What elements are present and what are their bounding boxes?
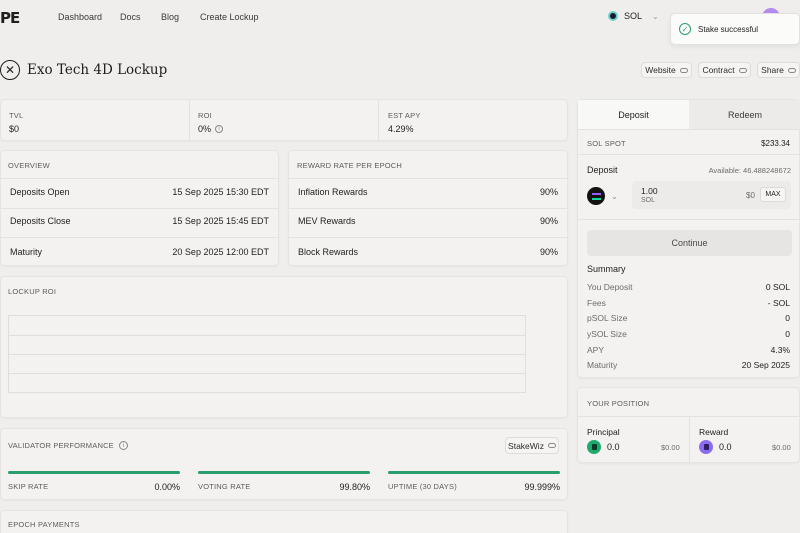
solana-token-icon <box>587 187 605 205</box>
section-title: EPOCH PAYMENTS <box>8 520 80 529</box>
share-link[interactable]: Share <box>757 62 800 78</box>
check-circle-icon: ✓ <box>679 23 691 35</box>
stat-value: 4.29% <box>388 124 414 134</box>
metric-uptime: UPTIME (30 DAYS) 99.999% <box>388 471 560 495</box>
tab-deposit[interactable]: Deposit <box>578 100 689 130</box>
link-icon <box>547 443 556 448</box>
section-title: YOUR POSITION <box>587 399 650 408</box>
summary-row: pSOL Size 0 <box>587 313 790 323</box>
progress-bar <box>198 471 370 474</box>
lockup-logo-icon: ✕ <box>0 60 20 80</box>
section-title: REWARD RATE PER EPOCH <box>297 161 403 170</box>
network-selector[interactable]: SOL ⌄ <box>602 6 666 26</box>
stats-card: TVL $0 ROI 0% i EST APY 4.29% <box>0 99 569 142</box>
overview-row: Deposits Open 15 Sep 2025 15:30 EDT <box>10 187 269 197</box>
roi-chart-area <box>8 315 526 393</box>
stat-roi: ROI 0% i <box>190 100 379 142</box>
network-label: SOL <box>624 11 643 21</box>
nav-create-lockup[interactable]: Create Lockup <box>200 12 259 22</box>
chevron-down-icon: ⌄ <box>611 191 618 201</box>
progress-bar <box>8 471 180 474</box>
stakewiz-link[interactable]: StakeWiz <box>505 437 559 454</box>
link-icon <box>787 67 796 73</box>
section-title: LOCKUP ROI <box>8 287 57 296</box>
summary-row: You Deposit 0 SOL <box>587 282 790 292</box>
nav-blog[interactable]: Blog <box>161 12 179 22</box>
contract-link[interactable]: Contract <box>698 62 751 78</box>
position-card: YOUR POSITION Principal 0.0 $0.00 Reward… <box>577 387 800 464</box>
token-selector[interactable]: ⌄ <box>587 181 632 211</box>
stat-value: 0% <box>198 124 212 134</box>
amount-input-box[interactable]: 1.00 SOL $0 MAX <box>632 181 791 209</box>
overview-card: OVERVIEW Deposits Open 15 Sep 2025 15:30 … <box>0 150 279 266</box>
reward-row: Block Rewards 90% <box>298 247 558 257</box>
deposit-label: Deposit <box>587 165 618 175</box>
max-button[interactable]: MAX <box>760 187 786 202</box>
reward-label: Reward <box>699 427 729 437</box>
summary-row: ySOL Size 0 <box>587 329 790 339</box>
metric-skip-rate: SKIP RATE 0.00% <box>8 471 180 495</box>
principal-value: 0.0 <box>607 442 620 452</box>
deposit-panel: Deposit Redeem SOL SPOT $233.34 Deposit … <box>577 99 800 378</box>
sol-spot-label: SOL SPOT <box>587 139 626 148</box>
summary-row: APY 4.3% <box>587 345 790 355</box>
stat-label: ROI <box>198 111 212 120</box>
link-icon <box>679 67 688 73</box>
metric-voting-rate: VOTING RATE 99.80% <box>198 471 370 495</box>
stat-tvl: TVL $0 <box>1 100 190 142</box>
section-title: OVERVIEW <box>8 161 50 170</box>
reward-usd: $0.00 <box>772 443 791 452</box>
overview-row: Deposits Close 15 Sep 2025 15:45 EDT <box>10 216 269 226</box>
solana-icon <box>608 11 618 21</box>
lockup-roi-card: LOCKUP ROI <box>0 276 568 418</box>
reward-row: MEV Rewards 90% <box>298 216 558 226</box>
stat-label: TVL <box>9 111 24 120</box>
amount-token: SOL <box>641 197 656 204</box>
reward-value: 0.0 <box>719 442 732 452</box>
reward-row: Inflation Rewards 90% <box>298 187 558 197</box>
tab-redeem[interactable]: Redeem <box>689 100 800 130</box>
validator-card: VALIDATOR PERFORMANCE i StakeWiz SKIP RA… <box>0 428 568 500</box>
principal-label: Principal <box>587 427 620 437</box>
toast-message: Stake successful <box>698 24 759 34</box>
page-title: Exo Tech 4D Lockup <box>27 62 168 78</box>
stat-est-apy: EST APY 4.29% <box>379 100 569 142</box>
summary-row: Maturity 20 Sep 2025 <box>587 360 790 370</box>
nav-docs[interactable]: Docs <box>120 12 141 22</box>
epoch-payments-card: EPOCH PAYMENTS <box>0 510 568 533</box>
info-icon[interactable]: i <box>118 441 128 450</box>
info-icon[interactable]: i <box>215 125 224 133</box>
amount-input[interactable]: 1.00 <box>641 186 658 196</box>
summary-row: Fees - SOL <box>587 298 790 308</box>
ysol-icon <box>699 440 713 454</box>
psol-icon <box>587 440 601 454</box>
amount-usd: $0 <box>746 191 755 200</box>
summary-title: Summary <box>587 264 626 274</box>
reward-rate-card: REWARD RATE PER EPOCH Inflation Rewards 9… <box>288 150 568 266</box>
link-icon <box>738 67 747 73</box>
stat-label: EST APY <box>388 111 421 120</box>
available-balance: Available: 46.488248672 <box>708 166 791 175</box>
website-link[interactable]: Website <box>641 62 692 78</box>
section-title: VALIDATOR PERFORMANCE <box>8 441 114 450</box>
toast-notification: ✓ Stake successful <box>670 13 800 45</box>
continue-button[interactable]: Continue <box>587 230 792 256</box>
logo[interactable]: PE <box>0 9 20 27</box>
progress-bar <box>388 471 560 474</box>
nav-dashboard[interactable]: Dashboard <box>58 12 102 22</box>
stat-value: $0 <box>9 124 20 134</box>
overview-row: Maturity 20 Sep 2025 12:00 EDT <box>10 247 269 257</box>
sol-spot-value: $233.34 <box>761 139 790 148</box>
principal-usd: $0.00 <box>661 443 680 452</box>
chevron-down-icon: ⌄ <box>652 11 659 21</box>
